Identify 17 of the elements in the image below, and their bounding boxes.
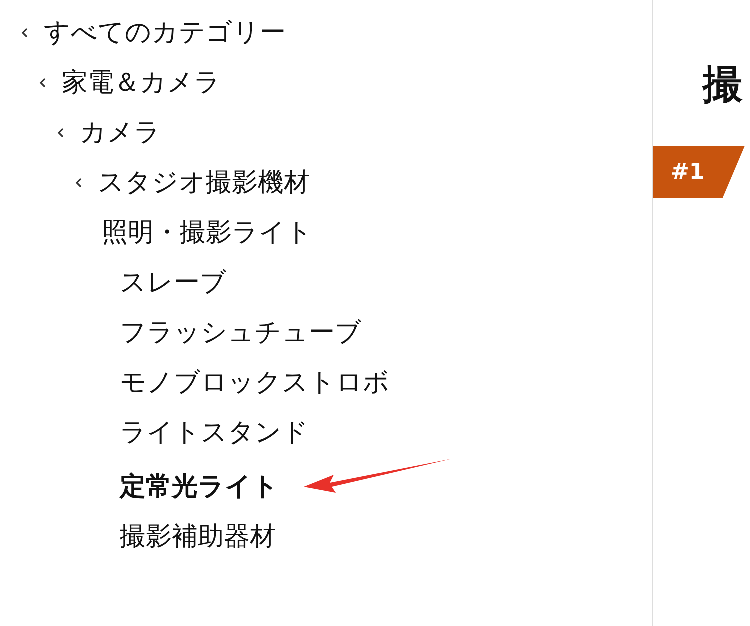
subcategory-link[interactable]: 定常光ライト <box>120 468 279 506</box>
category-link[interactable]: カメラ <box>80 114 161 152</box>
subcategory-link[interactable]: スレーブ <box>120 264 227 302</box>
category-link[interactable]: 家電＆カメラ <box>62 64 221 102</box>
subcategory-link[interactable]: モノブロックストロボ <box>120 364 390 402</box>
rank-badge: #1 <box>653 146 745 198</box>
page-heading: 撮 <box>703 61 744 110</box>
category-link[interactable]: スタジオ撮影機材 <box>98 164 310 202</box>
current-category: 照明・撮影ライト <box>102 216 313 250</box>
chevron-left-icon <box>56 127 66 139</box>
subcategory-link[interactable]: 撮影補助器材 <box>120 518 276 556</box>
chevron-left-icon <box>74 177 84 189</box>
chevron-left-icon <box>38 77 48 89</box>
subcategory-link[interactable]: ライトスタンド <box>120 414 309 452</box>
category-link[interactable]: すべてのカテゴリー <box>44 14 286 52</box>
chevron-left-icon <box>20 27 30 39</box>
subcategory-link[interactable]: フラッシュチューブ <box>120 314 362 352</box>
